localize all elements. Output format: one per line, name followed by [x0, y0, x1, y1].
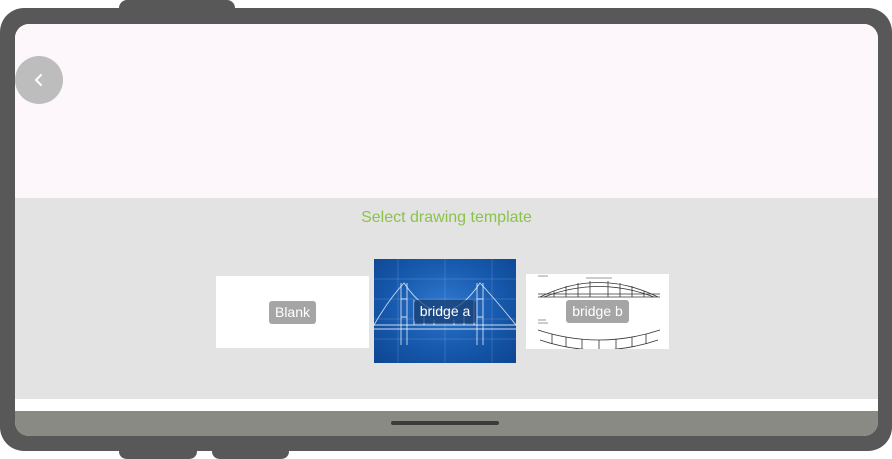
bottom-spacer — [15, 399, 878, 411]
template-picker-title: Select drawing template — [361, 209, 532, 226]
template-bridge-b[interactable]: bridge b — [526, 274, 669, 349]
back-button[interactable] — [15, 56, 63, 104]
template-bridge-a[interactable]: bridge a — [374, 259, 516, 363]
chevron-left-icon — [35, 74, 42, 86]
template-blank[interactable]: Blank — [216, 276, 369, 348]
canvas-area — [15, 24, 878, 198]
template-picker: Select drawing template Blank bridge a b… — [15, 198, 878, 399]
home-indicator[interactable] — [391, 421, 499, 425]
system-navigation-bar — [15, 411, 878, 436]
app-screen: Select drawing template Blank bridge a b… — [15, 24, 878, 436]
template-label: Blank — [268, 300, 317, 324]
template-label: bridge a — [413, 299, 477, 323]
template-label: bridge b — [566, 300, 629, 323]
